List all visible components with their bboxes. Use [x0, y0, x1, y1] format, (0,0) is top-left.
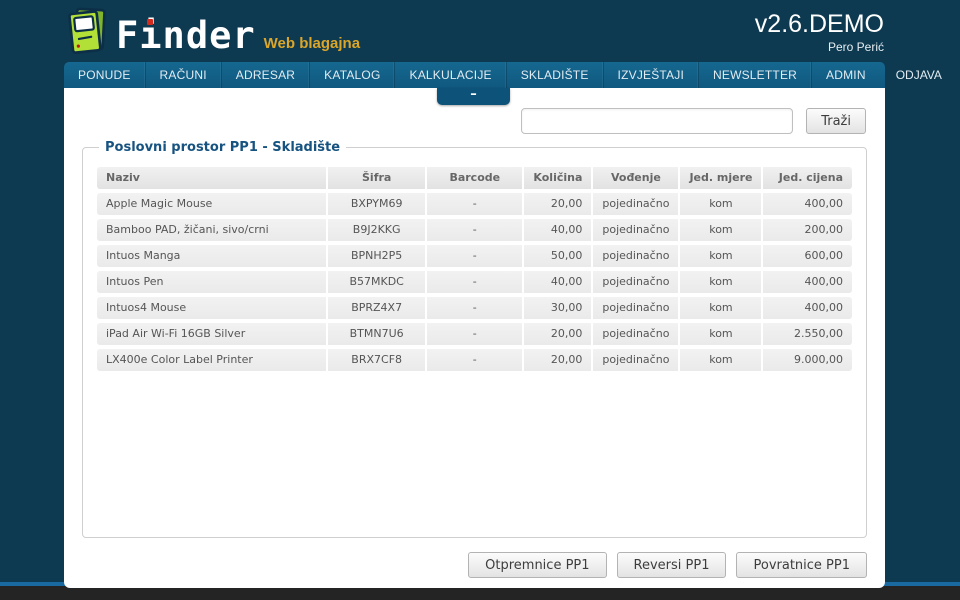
column-header-vo-enje: Vođenje	[593, 167, 680, 189]
content-panel: Traži Poslovni prostor PP1 - Skladište N…	[64, 88, 885, 588]
cell-vo-enje: pojedinačno	[593, 271, 680, 293]
nav-item-odjava[interactable]: ODJAVA	[880, 62, 958, 88]
cell-barcode: -	[427, 323, 524, 345]
cell-koli-ina: 40,00	[524, 219, 593, 241]
cell-jed-cijena: 2.550,00	[763, 323, 852, 345]
cell-ifra: BTMN7U6	[328, 323, 427, 345]
nav-item-adresar[interactable]: ADRESAR	[221, 62, 309, 88]
cell-barcode: -	[427, 193, 524, 215]
column-header-koli-ina: Količina	[524, 167, 593, 189]
cell-jed-cijena: 400,00	[763, 271, 852, 293]
skladiste-collapse-tab[interactable]: –	[437, 88, 510, 105]
actions-row: Otpremnice PP1 Reversi PP1 Povratnice PP1	[64, 552, 867, 578]
nav-item-ra-uni[interactable]: RAČUNI	[145, 62, 221, 88]
logo-text: Finder	[116, 12, 256, 60]
cell-jed-cijena: 600,00	[763, 245, 852, 267]
cell-koli-ina: 20,00	[524, 193, 593, 215]
logo-tagline: Web blagajna	[264, 35, 360, 52]
app-header: Finder Web blagajna v2.6.DEMO Pero Perić	[0, 0, 960, 62]
logo-i-dot	[147, 19, 153, 25]
cell-barcode: -	[427, 297, 524, 319]
cell-jed-mjere: kom	[680, 193, 763, 215]
column-header-jed-mjere: Jed. mjere	[680, 167, 763, 189]
povratnice-pp1-button[interactable]: Povratnice PP1	[736, 552, 867, 578]
cell-vo-enje: pojedinačno	[593, 219, 680, 241]
cell-ifra: BXPYM69	[328, 193, 427, 215]
cell-vo-enje: pojedinačno	[593, 297, 680, 319]
nav-item-ponude[interactable]: PONUDE	[64, 62, 145, 88]
cell-naziv: Intuos4 Mouse	[97, 297, 328, 319]
table-header-row: NazivŠifraBarcodeKoličinaVođenjeJed. mje…	[97, 167, 852, 189]
panel-title: Poslovni prostor PP1 - Skladište	[99, 140, 346, 155]
table-row[interactable]: LX400e Color Label PrinterBRX7CF8-20,00p…	[97, 349, 852, 371]
cell-barcode: -	[427, 219, 524, 241]
table-row[interactable]: iPad Air Wi-Fi 16GB SilverBTMN7U6-20,00p…	[97, 323, 852, 345]
cell-koli-ina: 20,00	[524, 349, 593, 371]
cell-vo-enje: pojedinačno	[593, 349, 680, 371]
cell-ifra: B57MKDC	[328, 271, 427, 293]
column-header-naziv: Naziv	[97, 167, 328, 189]
version-label: v2.6.DEMO	[755, 10, 884, 38]
cell-vo-enje: pojedinačno	[593, 323, 680, 345]
cell-jed-mjere: kom	[680, 323, 763, 345]
search-input[interactable]	[521, 108, 793, 134]
otpremnice-pp1-button[interactable]: Otpremnice PP1	[468, 552, 606, 578]
cell-naziv: Bamboo PAD, žičani, sivo/crni	[97, 219, 328, 241]
cell-jed-cijena: 400,00	[763, 193, 852, 215]
cell-ifra: BRX7CF8	[328, 349, 427, 371]
cell-naziv: iPad Air Wi-Fi 16GB Silver	[97, 323, 328, 345]
main-nav: PONUDERAČUNIADRESARKATALOGKALKULACIJESKL…	[64, 62, 885, 88]
warehouse-fieldset: Poslovni prostor PP1 - Skladište NazivŠi…	[82, 140, 867, 538]
cell-jed-cijena: 200,00	[763, 219, 852, 241]
cell-naziv: LX400e Color Label Printer	[97, 349, 328, 371]
cell-jed-cijena: 400,00	[763, 297, 852, 319]
header-right: v2.6.DEMO Pero Perić	[755, 10, 884, 54]
cell-koli-ina: 30,00	[524, 297, 593, 319]
cell-jed-cijena: 9.000,00	[763, 349, 852, 371]
table-row[interactable]: Intuos4 MouseBPRZ4X7-30,00pojedinačnokom…	[97, 297, 852, 319]
cell-ifra: BPRZ4X7	[328, 297, 427, 319]
cell-koli-ina: 50,00	[524, 245, 593, 267]
nav-item-kalkulacije[interactable]: KALKULACIJE	[394, 62, 505, 88]
cell-jed-mjere: kom	[680, 219, 763, 241]
cell-naziv: Intuos Pen	[97, 271, 328, 293]
column-header-ifra: Šifra	[328, 167, 427, 189]
cell-jed-mjere: kom	[680, 349, 763, 371]
table-row[interactable]: Bamboo PAD, žičani, sivo/crniB9J2KKG-40,…	[97, 219, 852, 241]
logo-textwrap: Finder Web blagajna	[116, 12, 360, 60]
nav-item-izvje-taji[interactable]: IZVJEŠTAJI	[603, 62, 698, 88]
cell-jed-mjere: kom	[680, 245, 763, 267]
current-user: Pero Perić	[755, 40, 884, 54]
finder-logo-icon	[64, 6, 110, 60]
nav-items: PONUDERAČUNIADRESARKATALOGKALKULACIJESKL…	[64, 62, 880, 88]
column-header-jed-cijena: Jed. cijena	[763, 167, 852, 189]
cell-jed-mjere: kom	[680, 297, 763, 319]
nav-item-skladi-te[interactable]: SKLADIŠTE	[506, 62, 603, 88]
cell-naziv: Apple Magic Mouse	[97, 193, 328, 215]
cell-vo-enje: pojedinačno	[593, 193, 680, 215]
nav-item-admin[interactable]: ADMIN	[811, 62, 880, 88]
cell-barcode: -	[427, 271, 524, 293]
cell-vo-enje: pojedinačno	[593, 245, 680, 267]
nav-item-newsletter[interactable]: NEWSLETTER	[698, 62, 811, 88]
table-row[interactable]: Intuos MangaBPNH2P5-50,00pojedinačnokom6…	[97, 245, 852, 267]
column-header-barcode: Barcode	[427, 167, 524, 189]
cell-koli-ina: 20,00	[524, 323, 593, 345]
cell-naziv: Intuos Manga	[97, 245, 328, 267]
cell-koli-ina: 40,00	[524, 271, 593, 293]
reversi-pp1-button[interactable]: Reversi PP1	[617, 552, 727, 578]
logo[interactable]: Finder Web blagajna	[64, 6, 360, 60]
cell-ifra: BPNH2P5	[328, 245, 427, 267]
cell-barcode: -	[427, 245, 524, 267]
table-row[interactable]: Apple Magic MouseBXPYM69-20,00pojedinačn…	[97, 193, 852, 215]
cell-jed-mjere: kom	[680, 271, 763, 293]
table-row[interactable]: Intuos PenB57MKDC-40,00pojedinačnokom400…	[97, 271, 852, 293]
page: Finder Web blagajna v2.6.DEMO Pero Perić…	[0, 0, 960, 600]
nav-item-katalog[interactable]: KATALOG	[309, 62, 394, 88]
search-button[interactable]: Traži	[806, 108, 866, 134]
cell-barcode: -	[427, 349, 524, 371]
cell-ifra: B9J2KKG	[328, 219, 427, 241]
inventory-table: NazivŠifraBarcodeKoličinaVođenjeJed. mje…	[97, 163, 852, 375]
